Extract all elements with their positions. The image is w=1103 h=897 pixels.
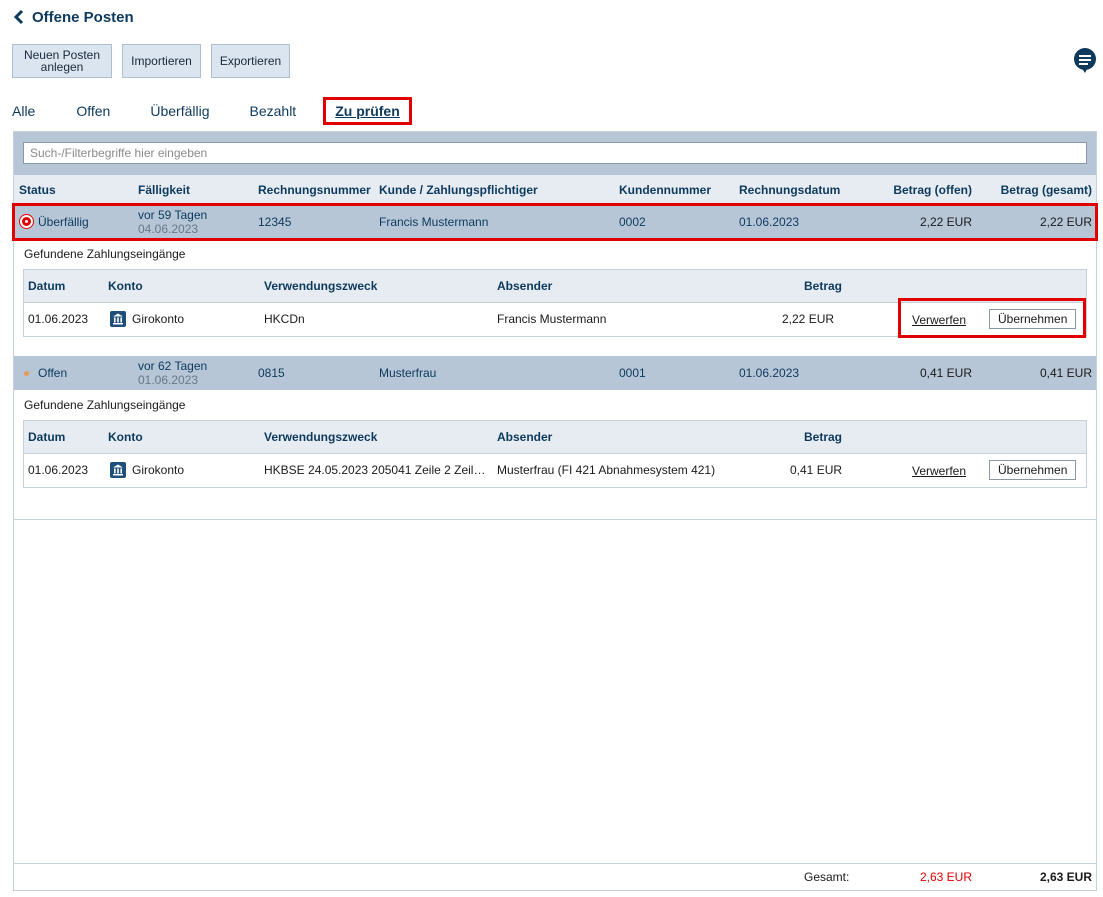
payment-row[interactable]: 01.06.2023 Girokonto HKCDn Francis Muste…	[24, 298, 1086, 338]
tab-bezahlt[interactable]: Bezahlt	[250, 103, 297, 119]
col-due[interactable]: Fälligkeit	[138, 183, 190, 197]
invoice-no: 0815	[258, 366, 285, 380]
col-account: Konto	[108, 430, 143, 444]
payment-account: Girokonto	[132, 312, 185, 326]
table-row[interactable]: Offen vor 62 Tagen 01.06.2023 0815 Muste…	[14, 356, 1096, 390]
total-open: 2,63 EUR	[919, 870, 972, 884]
payment-sender: Francis Mustermann	[497, 312, 607, 326]
payment-sender: Musterfrau (FI 421 Abnahmesystem 421)	[497, 463, 716, 477]
divider	[14, 519, 1096, 520]
import-button[interactable]: Importieren	[122, 44, 201, 78]
col-purpose: Verwendungszweck	[264, 430, 378, 444]
col-account: Konto	[108, 279, 143, 293]
col-sender: Absender	[497, 430, 553, 444]
col-amount-total[interactable]: Betrag (gesamt)	[1001, 183, 1092, 197]
customer: Francis Mustermann	[379, 215, 489, 229]
col-date: Datum	[28, 279, 66, 293]
found-payments-section: Gefundene Zahlungseingänge	[14, 390, 1096, 420]
invoice-date: 01.06.2023	[739, 366, 800, 380]
totals-footer: Gesamt: 2,63 EUR 2,63 EUR	[14, 863, 1096, 890]
accept-button[interactable]: Übernehmen	[989, 460, 1077, 480]
col-status[interactable]: Status	[19, 183, 56, 197]
payment-account: Girokonto	[132, 463, 185, 477]
col-invoice-date[interactable]: Rechnungsdatum	[739, 183, 840, 197]
due-date: 01.06.2023	[138, 373, 199, 387]
export-button[interactable]: Exportieren	[211, 44, 290, 78]
total-all: 2,63 EUR	[1039, 870, 1092, 884]
bank-icon	[110, 311, 126, 327]
page-header: Offene Posten	[12, 7, 134, 27]
payments-table: Datum Konto Verwendungszweck Absender Be…	[23, 420, 1087, 488]
payments-header: Datum Konto Verwendungszweck Absender Be…	[24, 421, 1086, 454]
invoice-date: 01.06.2023	[739, 215, 800, 229]
open-status-icon	[24, 371, 29, 376]
payments-table: Datum Konto Verwendungszweck Absender Be…	[23, 269, 1087, 338]
payment-purpose: HKBSE 24.05.2023 205041 Zeile 2 Zeil…	[264, 463, 486, 477]
status-text: Überfällig	[38, 215, 89, 229]
new-item-button[interactable]: Neuen Posten anlegen	[12, 44, 112, 78]
page-title: Offene Posten	[32, 8, 134, 26]
col-purpose: Verwendungszweck	[264, 279, 378, 293]
payment-date: 01.06.2023	[28, 312, 89, 326]
discard-button[interactable]: Verwerfen	[912, 464, 966, 478]
table-header: Status Fälligkeit Rechnungsnummer Kunde …	[14, 175, 1096, 205]
table-row[interactable]: Überfällig vor 59 Tagen 04.06.2023 12345…	[12, 203, 1098, 241]
chevron-left-icon[interactable]	[12, 9, 26, 25]
col-invoice-no[interactable]: Rechnungsnummer	[258, 183, 371, 197]
filter-bar	[14, 132, 1096, 175]
items-panel: Status Fälligkeit Rechnungsnummer Kunde …	[12, 131, 1098, 891]
accept-button[interactable]: Übernehmen	[989, 309, 1077, 329]
payment-amount: 0,41 EUR	[790, 463, 843, 477]
bank-icon	[110, 462, 126, 478]
status-text: Offen	[38, 366, 68, 380]
col-amount-open[interactable]: Betrag (offen)	[893, 183, 972, 197]
tab-zu-pruefen[interactable]: Zu prüfen	[323, 97, 412, 125]
chat-bubble-icon[interactable]	[1073, 48, 1097, 74]
tab-ueberfaellig[interactable]: Überfällig	[150, 103, 209, 119]
amount-open: 2,22 EUR	[919, 215, 972, 229]
found-payments-label: Gefundene Zahlungseingänge	[24, 247, 186, 261]
customer: Musterfrau	[379, 366, 437, 380]
filter-tabs: Alle Offen Überfällig Bezahlt Zu prüfen	[12, 96, 452, 126]
col-customer-no[interactable]: Kundennummer	[619, 183, 711, 197]
tab-alle[interactable]: Alle	[12, 103, 35, 119]
col-date: Datum	[28, 430, 66, 444]
discard-button[interactable]: Verwerfen	[912, 313, 966, 327]
payment-date: 01.06.2023	[28, 463, 89, 477]
tab-offen[interactable]: Offen	[76, 103, 110, 119]
amount-total: 2,22 EUR	[1039, 215, 1092, 229]
found-payments-section: Gefundene Zahlungseingänge	[14, 239, 1096, 269]
payment-row[interactable]: 01.06.2023 Girokonto HKBSE 24.05.2023 20…	[24, 454, 1086, 487]
due-date: 04.06.2023	[138, 222, 199, 236]
col-sender: Absender	[497, 279, 553, 293]
col-customer[interactable]: Kunde / Zahlungspflichtiger	[379, 183, 538, 197]
toolbar: Neuen Posten anlegen Importieren Exporti…	[12, 44, 290, 78]
overdue-status-icon	[20, 215, 33, 228]
col-amount: Betrag	[804, 430, 843, 444]
payment-purpose: HKCDn	[264, 312, 305, 326]
customer-no: 0001	[619, 366, 646, 380]
payment-amount: 2,22 EUR	[782, 312, 835, 326]
due-relative: vor 59 Tagen	[138, 208, 208, 222]
amount-total: 0,41 EUR	[1039, 366, 1092, 380]
total-label: Gesamt:	[804, 870, 850, 884]
col-amount: Betrag	[804, 279, 843, 293]
customer-no: 0002	[619, 215, 646, 229]
found-payments-label: Gefundene Zahlungseingänge	[24, 398, 186, 412]
search-input[interactable]	[23, 142, 1087, 164]
due-relative: vor 62 Tagen	[138, 359, 208, 373]
amount-open: 0,41 EUR	[919, 366, 972, 380]
invoice-no: 12345	[258, 215, 292, 229]
